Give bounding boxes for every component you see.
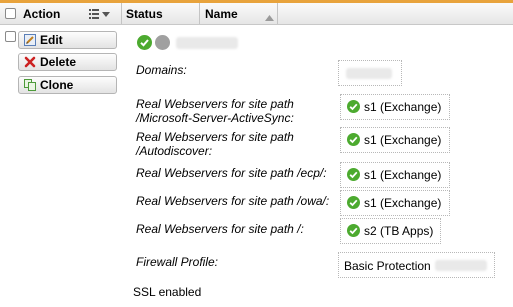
status-column-header[interactable]: Status [122, 3, 200, 24]
redacted-domain [346, 68, 392, 79]
root-path-label: Real Webservers for site path /: [136, 222, 304, 236]
name-column-header[interactable]: Name [200, 3, 278, 24]
autodiscover-path-label-line1: Real Webservers for site path [136, 130, 294, 144]
firewall-profile-label: Firewall Profile: [136, 255, 219, 269]
redacted-name [176, 37, 238, 49]
activesync-path-label-line1: Real Webservers for site path [136, 97, 294, 111]
autodiscover-server: s1 (Exchange) [347, 133, 441, 147]
autodiscover-server-box: s1 (Exchange) [340, 127, 450, 153]
activesync-server: s1 (Exchange) [347, 100, 441, 114]
ecp-server: s1 (Exchange) [347, 168, 441, 182]
clone-button-label: Clone [40, 78, 74, 92]
domains-label: Domains: [136, 63, 187, 77]
delete-button-label: Delete [40, 55, 77, 69]
delete-icon [24, 56, 36, 68]
clone-button[interactable]: Clone [18, 76, 117, 94]
status-ok-icon [347, 224, 360, 237]
action-column-label: Action [23, 7, 61, 21]
edit-button-label: Edit [40, 33, 63, 47]
status-ok-icon [347, 133, 360, 146]
activesync-server-box: s1 (Exchange) [340, 94, 450, 120]
ssl-enabled-label: SSL enabled [133, 285, 202, 299]
domains-value-box [338, 60, 402, 86]
root-server: s2 (TB Apps) [347, 224, 433, 238]
clone-icon [24, 79, 36, 91]
column-menu-icon[interactable] [89, 8, 111, 20]
row-checkbox[interactable] [5, 31, 16, 42]
select-all-checkbox[interactable] [5, 8, 16, 19]
action-column-header[interactable]: Action [0, 3, 122, 24]
owa-server: s1 (Exchange) [347, 196, 441, 210]
status-column-label: Status [126, 7, 163, 21]
status-ok-icon [347, 100, 360, 113]
table-header: Action Status Name [0, 3, 513, 25]
status-ok-icon [347, 196, 360, 209]
owa-server-box: s1 (Exchange) [340, 190, 450, 216]
owa-path-label: Real Webservers for site path /owa/: [136, 194, 330, 208]
firewall-profile-value: Basic Protection [344, 259, 431, 273]
ecp-path-label: Real Webservers for site path /ecp/: [136, 166, 327, 180]
name-column-label: Name [205, 7, 238, 21]
ecp-server-box: s1 (Exchange) [340, 162, 450, 188]
autodiscover-path-label-line2: /Autodiscover: [136, 144, 213, 158]
status-enabled-icon[interactable] [137, 35, 152, 50]
sort-ascending-icon [265, 10, 274, 24]
delete-button[interactable]: Delete [18, 53, 117, 71]
redacted-firewall-suffix [435, 260, 487, 271]
edit-icon [24, 34, 36, 46]
status-inactive-icon [155, 35, 170, 50]
root-server-box: s2 (TB Apps) [340, 218, 441, 244]
edit-button[interactable]: Edit [18, 31, 117, 49]
status-ok-icon [347, 168, 360, 181]
activesync-path-label-line2: /Microsoft-Server-ActiveSync: [136, 111, 294, 125]
firewall-profile-box: Basic Protection [338, 252, 495, 278]
